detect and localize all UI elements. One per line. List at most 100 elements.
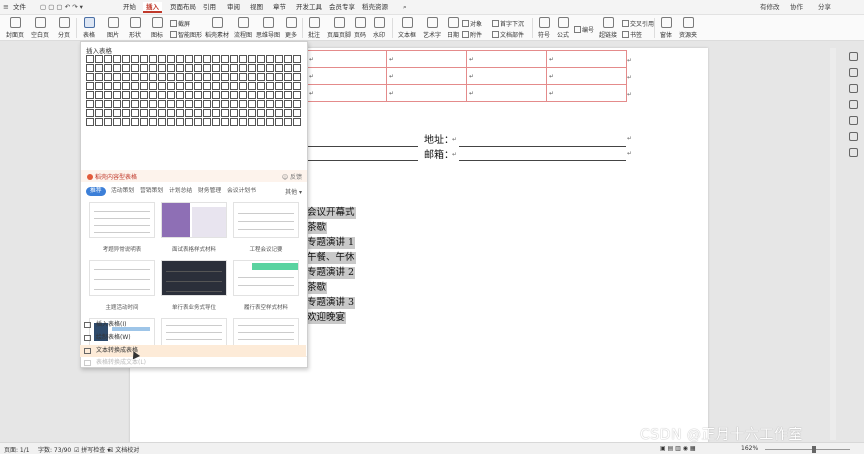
- vertical-scrollbar[interactable]: [830, 48, 836, 440]
- table-template-thumb[interactable]: [161, 202, 227, 238]
- grid-cell[interactable]: [221, 55, 229, 63]
- grid-cell[interactable]: [140, 91, 148, 99]
- grid-cell[interactable]: [266, 118, 274, 126]
- grid-cell[interactable]: [95, 118, 103, 126]
- table-size-grid[interactable]: [86, 55, 301, 126]
- grid-cell[interactable]: [275, 100, 283, 108]
- grid-cell[interactable]: [167, 82, 175, 90]
- grid-cell[interactable]: [158, 118, 166, 126]
- tab-references[interactable]: 引用: [200, 2, 219, 13]
- grid-cell[interactable]: [158, 109, 166, 117]
- schedule-line[interactable]: 茶歇: [307, 282, 328, 294]
- grid-cell[interactable]: [149, 82, 157, 90]
- grid-cell[interactable]: [131, 91, 139, 99]
- grid-cell[interactable]: [212, 100, 220, 108]
- grid-cell[interactable]: [248, 73, 256, 81]
- category-recommend[interactable]: 推荐: [86, 187, 106, 196]
- draw-table-item[interactable]: 绘制表格(W): [80, 332, 306, 344]
- grid-cell[interactable]: [293, 109, 301, 117]
- grid-cell[interactable]: [275, 73, 283, 81]
- grid-cell[interactable]: [293, 55, 301, 63]
- grid-cell[interactable]: [203, 82, 211, 90]
- grid-cell[interactable]: [212, 82, 220, 90]
- grid-cell[interactable]: [158, 55, 166, 63]
- grid-cell[interactable]: [266, 55, 274, 63]
- grid-cell[interactable]: [248, 82, 256, 90]
- form-button[interactable]: 窗体: [658, 17, 674, 39]
- grid-cell[interactable]: [140, 82, 148, 90]
- grid-cell[interactable]: [131, 64, 139, 72]
- grid-cell[interactable]: [167, 109, 175, 117]
- table-cell[interactable]: ↵: [306, 84, 387, 102]
- zoom-slider[interactable]: [765, 449, 850, 450]
- grid-cell[interactable]: [131, 100, 139, 108]
- insert-table-item[interactable]: 插入表格(I): [80, 319, 306, 331]
- grid-cell[interactable]: [257, 100, 265, 108]
- grid-cell[interactable]: [176, 100, 184, 108]
- grid-cell[interactable]: [185, 64, 193, 72]
- doc-parts-button[interactable]: 文档部件: [492, 30, 524, 39]
- grid-cell[interactable]: [230, 100, 238, 108]
- icon-button[interactable]: 图标: [148, 17, 166, 39]
- tab-insert[interactable]: 插入: [143, 2, 162, 13]
- grid-cell[interactable]: [203, 73, 211, 81]
- feedback-link[interactable]: ☺ 反馈: [282, 172, 302, 181]
- grid-cell[interactable]: [293, 64, 301, 72]
- tab-review[interactable]: 审阅: [224, 2, 243, 13]
- grid-cell[interactable]: [176, 82, 184, 90]
- table-cell[interactable]: ↵: [546, 50, 627, 68]
- grid-cell[interactable]: [167, 91, 175, 99]
- grid-cell[interactable]: [158, 82, 166, 90]
- mindmap-button[interactable]: 思维导图: [255, 17, 281, 39]
- formula-button[interactable]: 公式: [555, 17, 571, 39]
- grid-cell[interactable]: [221, 82, 229, 90]
- grid-cell[interactable]: [194, 118, 202, 126]
- grid-cell[interactable]: [176, 64, 184, 72]
- grid-cell[interactable]: [122, 118, 130, 126]
- schedule-line[interactable]: 专题演讲 2: [307, 267, 356, 279]
- grid-cell[interactable]: [212, 91, 220, 99]
- category-plan[interactable]: 计划总结: [165, 187, 196, 196]
- grid-cell[interactable]: [293, 82, 301, 90]
- grid-cell[interactable]: [95, 91, 103, 99]
- grid-cell[interactable]: [185, 118, 193, 126]
- grid-cell[interactable]: [221, 109, 229, 117]
- grid-cell[interactable]: [239, 109, 247, 117]
- grid-cell[interactable]: [176, 55, 184, 63]
- grid-cell[interactable]: [149, 91, 157, 99]
- watermark-button[interactable]: 水印: [371, 17, 387, 39]
- grid-cell[interactable]: [113, 118, 121, 126]
- grid-cell[interactable]: [230, 55, 238, 63]
- grid-cell[interactable]: [113, 91, 121, 99]
- resource-folder-button[interactable]: 资源夹: [678, 17, 698, 39]
- grid-cell[interactable]: [194, 91, 202, 99]
- table-template-thumb[interactable]: [89, 202, 155, 238]
- grid-cell[interactable]: [140, 64, 148, 72]
- settings-icon[interactable]: [848, 100, 858, 109]
- tab-view[interactable]: 视图: [247, 2, 266, 13]
- pointer-icon[interactable]: [848, 84, 858, 93]
- grid-cell[interactable]: [194, 55, 202, 63]
- screenshot-button[interactable]: 截屏: [170, 19, 190, 28]
- grid-cell[interactable]: [86, 55, 94, 63]
- category-meeting[interactable]: 会议计划书: [223, 187, 260, 196]
- category-marketing[interactable]: 营销策划: [136, 187, 167, 196]
- grid-cell[interactable]: [167, 118, 175, 126]
- grid-cell[interactable]: [275, 109, 283, 117]
- grid-cell[interactable]: [221, 73, 229, 81]
- grid-cell[interactable]: [203, 91, 211, 99]
- grid-cell[interactable]: [86, 64, 94, 72]
- grid-cell[interactable]: [104, 91, 112, 99]
- table-template-thumb[interactable]: [89, 260, 155, 296]
- grid-cell[interactable]: [167, 55, 175, 63]
- grid-cell[interactable]: [275, 118, 283, 126]
- grid-cell[interactable]: [149, 64, 157, 72]
- grid-cell[interactable]: [167, 73, 175, 81]
- grid-cell[interactable]: [167, 64, 175, 72]
- zoom-level[interactable]: 162%: [741, 445, 758, 452]
- grid-cell[interactable]: [122, 73, 130, 81]
- grid-cell[interactable]: [212, 109, 220, 117]
- grid-cell[interactable]: [194, 109, 202, 117]
- grid-cell[interactable]: [122, 82, 130, 90]
- grid-cell[interactable]: [239, 73, 247, 81]
